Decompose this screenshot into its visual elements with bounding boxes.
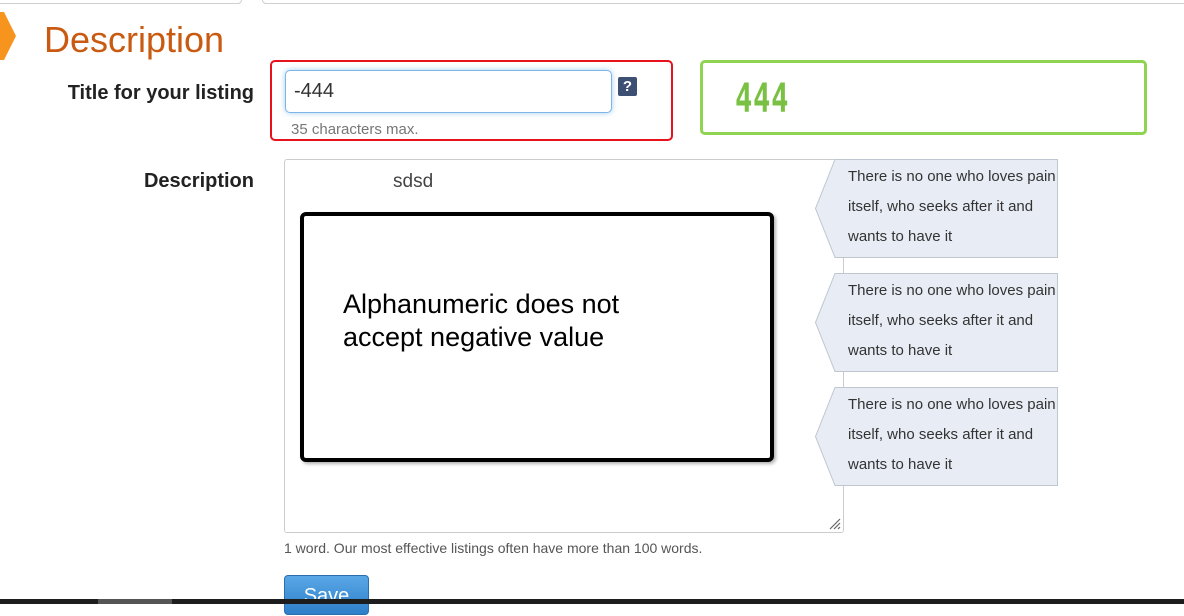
description-text: sdsd — [393, 171, 434, 192]
tip-box: There is no one who loves pain itself, w… — [815, 273, 1058, 372]
title-char-hint: 35 characters max. — [291, 121, 419, 138]
save-button[interactable]: Save — [284, 575, 369, 615]
resize-grip-icon[interactable] — [829, 518, 841, 530]
tip-text: There is no one who loves pain itself, w… — [848, 282, 1056, 359]
description-label: Description — [143, 170, 254, 192]
top-tab-left[interactable] — [0, 0, 242, 4]
top-tab-right[interactable] — [262, 0, 1184, 4]
title-input[interactable] — [285, 70, 612, 113]
annotation-green-text: 444 — [735, 76, 790, 122]
annotation-callout-text: Alphanumeric does not accept negative va… — [343, 289, 620, 352]
section-marker-icon — [0, 12, 16, 60]
tip-box: There is no one who loves pain itself, w… — [815, 387, 1058, 486]
section-title: Description — [44, 19, 225, 60]
taskbar-strip — [0, 599, 1184, 604]
taskbar-segment — [98, 599, 172, 604]
title-label: Title for your listing — [67, 82, 254, 104]
tip-text: There is no one who loves pain itself, w… — [848, 168, 1056, 245]
help-icon[interactable]: ? — [618, 77, 637, 96]
tip-box: There is no one who loves pain itself, w… — [815, 159, 1058, 258]
tip-text: There is no one who loves pain itself, w… — [848, 396, 1056, 473]
word-count-hint: 1 word. Our most effective listings ofte… — [284, 540, 703, 556]
